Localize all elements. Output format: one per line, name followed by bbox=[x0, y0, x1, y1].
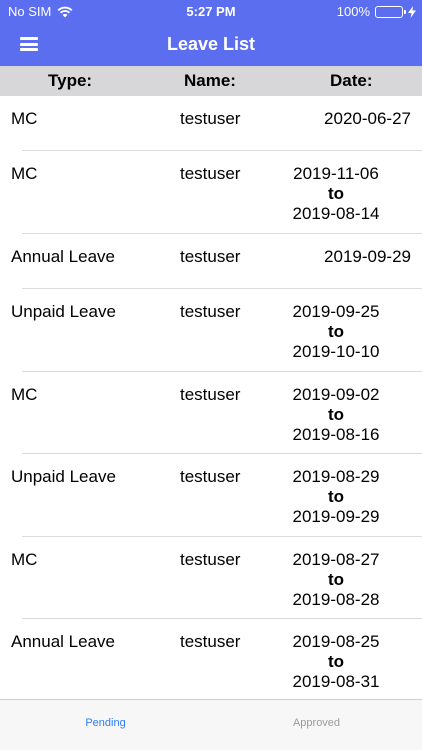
date-range-to: to bbox=[327, 184, 345, 203]
leave-dates: 2019-09-02 to 2019-08-16 bbox=[261, 385, 411, 445]
date-range-to: to bbox=[327, 487, 345, 506]
leave-end-date: 2019-08-14 bbox=[292, 204, 380, 223]
header-date: Date: bbox=[330, 71, 373, 90]
leave-type: MC bbox=[11, 109, 38, 128]
leave-user: testuser bbox=[180, 550, 241, 569]
table-row[interactable]: Annual Leave testuser 2019-08-25 to 2019… bbox=[0, 619, 422, 699]
battery-icon bbox=[375, 5, 406, 18]
battery-percent: 100% bbox=[336, 4, 370, 19]
leave-user: testuser bbox=[180, 109, 241, 128]
date-range-to: to bbox=[327, 405, 345, 424]
charging-bolt-icon bbox=[408, 5, 416, 18]
table-row[interactable]: Unpaid Leave testuser 2019-08-29 to 2019… bbox=[0, 454, 422, 537]
table-row[interactable]: MC testuser 2020-06-27 bbox=[0, 96, 422, 151]
leave-user: testuser bbox=[180, 302, 241, 321]
leave-end-date: 2019-08-28 bbox=[292, 590, 380, 609]
leave-list[interactable]: MC testuser 2020-06-27 MC testuser 2019-… bbox=[0, 96, 422, 699]
leave-end-date: 2019-09-29 bbox=[292, 507, 380, 526]
date-range-to: to bbox=[327, 570, 345, 589]
table-row[interactable]: Unpaid Leave testuser 2019-09-25 to 2019… bbox=[0, 289, 422, 372]
header-type: Type: bbox=[48, 71, 93, 90]
leave-type: Unpaid Leave bbox=[11, 467, 116, 486]
leave-end-date: 2019-08-16 bbox=[292, 425, 380, 444]
leave-dates: 2019-08-27 to 2019-08-28 bbox=[261, 550, 411, 610]
tab-pending[interactable]: Pending bbox=[0, 700, 211, 750]
leave-end-date: 2019-08-31 bbox=[292, 672, 380, 691]
leave-type: Annual Leave bbox=[11, 632, 115, 651]
leave-dates: 2019-08-29 to 2019-09-29 bbox=[261, 467, 411, 527]
table-row[interactable]: Annual Leave testuser 2019-09-29 bbox=[0, 234, 422, 289]
tab-approved-label: Approved bbox=[292, 717, 341, 729]
leave-type: Unpaid Leave bbox=[11, 302, 116, 321]
leave-user: testuser bbox=[180, 385, 241, 404]
status-right: 100% bbox=[337, 4, 416, 19]
leave-start-date: 2019-08-29 bbox=[292, 467, 380, 486]
leave-dates: 2019-09-25 to 2019-10-10 bbox=[261, 302, 411, 362]
table-row[interactable]: MC testuser 2019-09-02 to 2019-08-16 bbox=[0, 372, 422, 454]
leave-dates: 2019-08-25 to 2019-08-31 bbox=[261, 632, 411, 692]
navigation-bar: Leave List bbox=[0, 22, 422, 66]
tab-approved[interactable]: Approved bbox=[211, 700, 422, 750]
leave-user: testuser bbox=[180, 247, 241, 266]
leave-user: testuser bbox=[180, 164, 241, 183]
leave-type: MC bbox=[11, 550, 38, 569]
leave-start-date: 2019-09-02 bbox=[292, 385, 380, 404]
table-row[interactable]: MC testuser 2019-11-06 to 2019-08-14 bbox=[0, 151, 422, 234]
leave-type: MC bbox=[11, 385, 38, 404]
table-row[interactable]: MC testuser 2019-08-27 to 2019-08-28 bbox=[0, 537, 422, 619]
page-title: Leave List bbox=[166, 34, 256, 54]
tab-pending-label: Pending bbox=[85, 717, 126, 729]
leave-start-date: 2019-09-25 bbox=[292, 302, 380, 321]
leave-start-date: 2019-08-25 bbox=[292, 632, 380, 651]
leave-start-date: 2020-06-27 bbox=[324, 109, 411, 128]
leave-dates: 2020-06-27 bbox=[261, 109, 411, 129]
table-header: Type: Name: Date: bbox=[0, 66, 422, 96]
leave-type: MC bbox=[11, 164, 38, 183]
leave-type: Annual Leave bbox=[11, 247, 115, 266]
header-name: Name: bbox=[184, 71, 236, 90]
leave-end-date: 2019-10-10 bbox=[292, 342, 380, 361]
leave-start-date: 2019-09-29 bbox=[324, 247, 411, 266]
leave-start-date: 2019-08-27 bbox=[292, 550, 380, 569]
date-range-to: to bbox=[327, 652, 345, 671]
date-range-to: to bbox=[327, 322, 345, 341]
leave-dates: 2019-11-06 to 2019-08-14 bbox=[261, 164, 411, 224]
top-bar: No SIM 5:27 PM 100% Leave List bbox=[0, 0, 422, 66]
leave-dates: 2019-09-29 bbox=[261, 247, 411, 267]
leave-user: testuser bbox=[180, 632, 241, 651]
leave-start-date: 2019-11-06 bbox=[293, 164, 379, 183]
status-bar: No SIM 5:27 PM 100% bbox=[0, 0, 422, 22]
tab-bar: Pending Approved bbox=[0, 699, 422, 750]
leave-user: testuser bbox=[180, 467, 241, 486]
